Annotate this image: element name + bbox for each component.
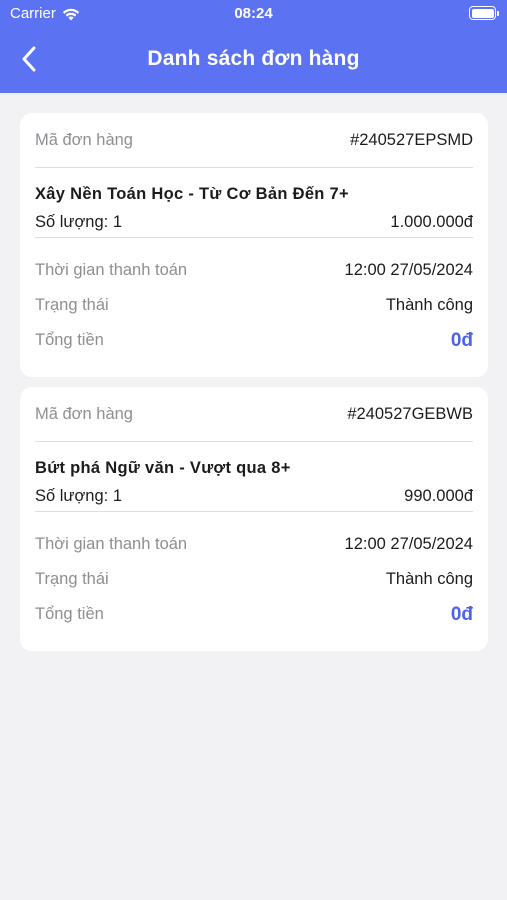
order-card[interactable]: Mã đơn hàng #240527GEBWB Bứt phá Ngữ văn…	[20, 387, 488, 651]
app-header: Carrier 08:24 Danh sách đơn hàng	[0, 0, 507, 93]
order-code-row: Mã đơn hàng #240527GEBWB	[35, 387, 473, 441]
order-code: #240527EPSMD	[350, 130, 473, 149]
payment-time-row: Thời gian thanh toán 12:00 27/05/2024	[35, 253, 473, 288]
total-label: Tổng tiền	[35, 331, 104, 349]
status-row: Trạng thái Thành công	[35, 562, 473, 597]
price: 990.000đ	[404, 487, 473, 505]
quantity-row: Số lượng: 1 1.000.000đ	[35, 211, 473, 237]
order-code-label: Mã đơn hàng	[35, 404, 133, 423]
quantity-row: Số lượng: 1 990.000đ	[35, 485, 473, 511]
course-name: Bứt phá Ngữ văn - Vượt qua 8+	[35, 459, 291, 477]
status-bar: Carrier 08:24	[0, 0, 507, 28]
order-code: #240527GEBWB	[347, 404, 473, 423]
payment-time: 12:00 27/05/2024	[344, 535, 473, 553]
payment-time-row: Thời gian thanh toán 12:00 27/05/2024	[35, 527, 473, 562]
quantity: Số lượng: 1	[35, 487, 122, 505]
course-name: Xây Nền Toán Học - Từ Cơ Bản Đến 7+	[35, 185, 349, 203]
status-value: Thành công	[385, 296, 473, 314]
total-row: Tổng tiền 0đ	[35, 597, 473, 632]
quantity: Số lượng: 1	[35, 213, 122, 231]
total-label: Tổng tiền	[35, 605, 104, 623]
payment-time: 12:00 27/05/2024	[344, 261, 473, 279]
total-row: Tổng tiền 0đ	[35, 323, 473, 358]
order-list: Mã đơn hàng #240527EPSMD Xây Nền Toán Họ…	[20, 113, 488, 661]
page-title: Danh sách đơn hàng	[147, 47, 360, 70]
total-value: 0đ	[450, 603, 473, 625]
order-code-label: Mã đơn hàng	[35, 130, 133, 149]
status-label: Trạng thái	[35, 570, 109, 588]
price: 1.000.000đ	[390, 213, 473, 231]
status-time: 08:24	[234, 5, 273, 22]
status-label: Trạng thái	[35, 296, 109, 314]
order-card[interactable]: Mã đơn hàng #240527EPSMD Xây Nền Toán Họ…	[20, 113, 488, 377]
nav-bar: Danh sách đơn hàng	[0, 28, 507, 93]
battery-icon	[469, 6, 499, 20]
payment-time-label: Thời gian thanh toán	[35, 535, 188, 553]
payment-time-label: Thời gian thanh toán	[35, 261, 188, 279]
order-code-row: Mã đơn hàng #240527EPSMD	[35, 113, 473, 167]
status-row: Trạng thái Thành công	[35, 288, 473, 323]
total-value: 0đ	[450, 329, 473, 351]
status-value: Thành công	[385, 570, 473, 588]
